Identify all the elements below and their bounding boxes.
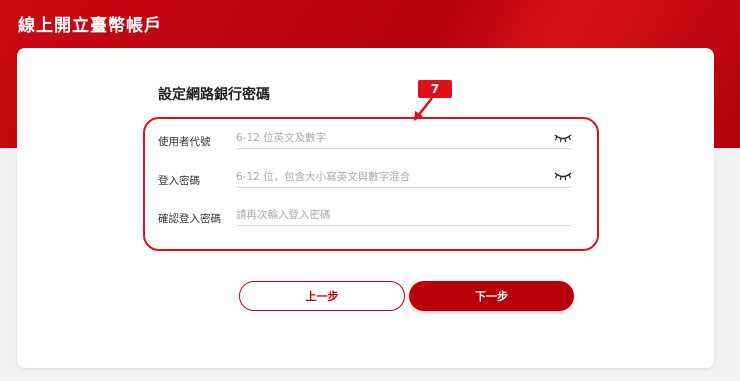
confirm-password-input[interactable]	[236, 205, 572, 226]
annotation-badge: 7	[418, 80, 452, 98]
section-title: 設定網路銀行密碼	[158, 87, 270, 103]
confirm-password-label: 確認登入密碼	[158, 213, 221, 225]
user-id-input[interactable]	[236, 128, 572, 149]
login-password-input[interactable]	[236, 167, 572, 188]
next-step-button[interactable]: 下一步	[409, 281, 574, 311]
page-title: 線上開立臺幣帳戶	[18, 16, 162, 36]
user-id-label: 使用者代號	[158, 136, 211, 148]
eye-closed-icon[interactable]	[554, 169, 572, 183]
prev-step-button[interactable]: 上一步	[239, 281, 405, 311]
eye-closed-icon[interactable]	[554, 131, 572, 145]
login-password-label: 登入密碼	[158, 175, 200, 187]
